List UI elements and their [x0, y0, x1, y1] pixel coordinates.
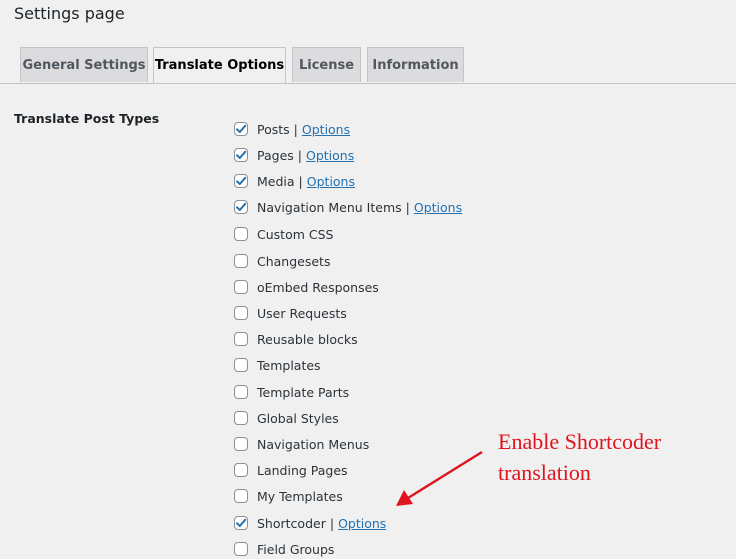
annotation-arrow-icon	[396, 450, 483, 506]
